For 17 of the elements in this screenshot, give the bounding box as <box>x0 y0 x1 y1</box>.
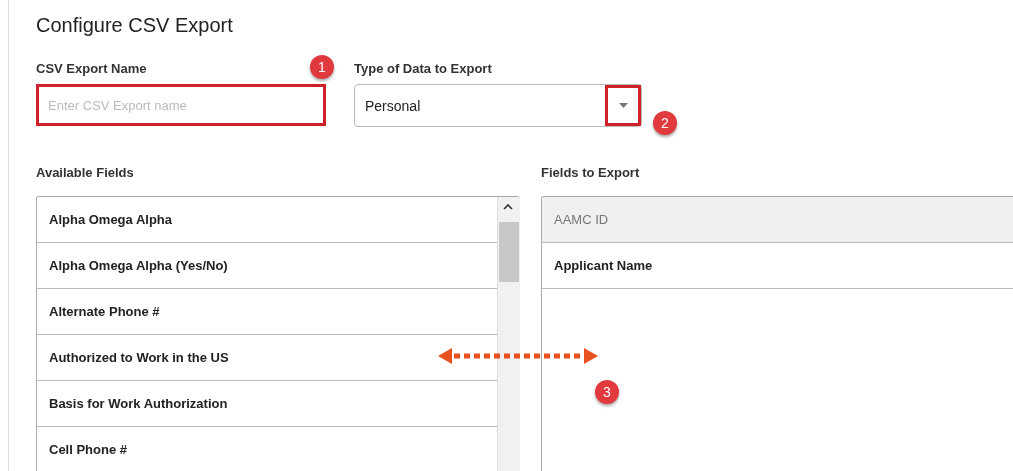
data-type-dropdown[interactable]: Personal <box>354 84 642 127</box>
step-badge: 2 <box>653 111 677 135</box>
list-label: Available Fields <box>36 165 134 180</box>
page-title: Configure CSV Export <box>36 14 233 37</box>
list-item[interactable]: Alpha Omega Alpha <box>37 197 497 243</box>
field-label: CSV Export Name <box>36 61 147 76</box>
dropdown-value: Personal <box>365 97 421 114</box>
caret-box[interactable] <box>605 85 641 126</box>
chevron-up-icon <box>503 204 513 210</box>
scrollbar-thumb[interactable] <box>499 222 519 282</box>
export-name-field[interactable]: Enter CSV Export name <box>36 84 326 126</box>
step-badge: 1 <box>310 55 334 79</box>
caret-icon <box>618 103 628 108</box>
list-label: Fields to Export <box>541 165 640 180</box>
scrollbar[interactable] <box>497 197 520 471</box>
field-label: Type of Data to Export <box>354 61 492 76</box>
step-badge: 3 <box>595 380 619 404</box>
